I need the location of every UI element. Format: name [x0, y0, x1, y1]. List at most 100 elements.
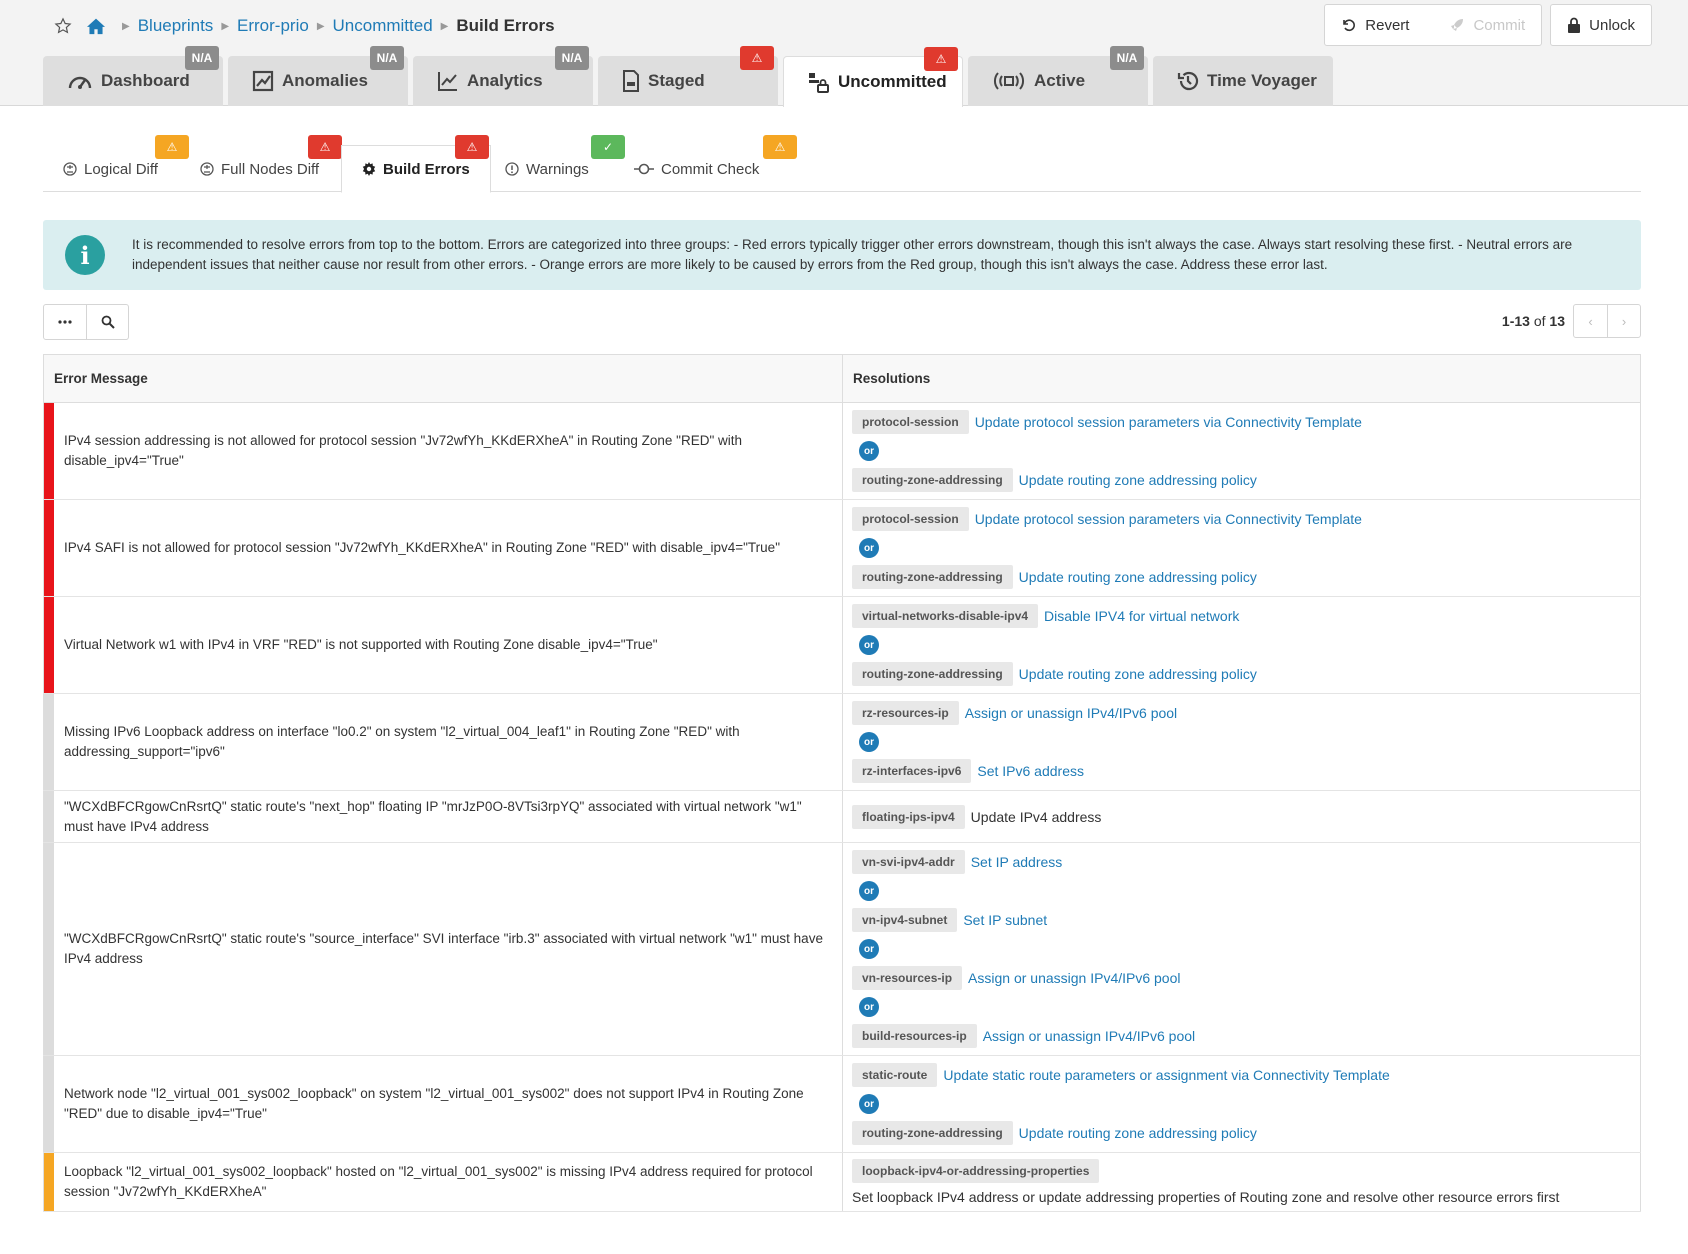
alert-badge: ⚠: [740, 46, 774, 70]
resolution-link[interactable]: Update static route parameters or assign…: [943, 1067, 1389, 1083]
diff-icon: [200, 162, 214, 176]
home-icon[interactable]: [86, 17, 106, 35]
commit-button[interactable]: Commit: [1433, 5, 1541, 45]
tab-dashboard[interactable]: Dashboard N/A: [43, 46, 223, 106]
subtab-warnings[interactable]: Warnings ✓: [505, 135, 625, 192]
resolutions-cell: floating-ips-ipv4 Update IPv4 address: [842, 790, 1641, 843]
status-badge: N/A: [370, 46, 404, 70]
top-bar: ▶ Blueprints ▶ Error-prio ▶ Uncommitted …: [0, 0, 1688, 107]
resolution-item: routing-zone-addressing Update routing zo…: [852, 661, 1630, 687]
resolution-item: rz-interfaces-ipv6 Set IPv6 address: [852, 758, 1630, 784]
subtab-label: Full Nodes Diff: [221, 160, 320, 178]
resolution-link[interactable]: Update protocol session parameters via C…: [975, 414, 1362, 430]
info-text: It is recommended to resolve errors from…: [132, 237, 1573, 272]
search-button[interactable]: [86, 305, 128, 339]
resolution-item: static-route Update static route paramete…: [852, 1062, 1630, 1088]
column-header-resolutions[interactable]: Resolutions: [842, 354, 1641, 403]
tab-staged[interactable]: Staged ⚠: [598, 46, 778, 106]
breadcrumb-separator: ▶: [316, 20, 325, 32]
revert-button[interactable]: Revert: [1325, 5, 1425, 45]
resolution-link[interactable]: Assign or unassign IPv4/IPv6 pool: [965, 705, 1177, 721]
subtab-build-errors[interactable]: Build Errors ⚠: [341, 135, 491, 193]
resolution-link[interactable]: Update routing zone addressing policy: [1019, 1125, 1257, 1141]
ellipsis-icon: [58, 320, 72, 324]
tab-uncommitted[interactable]: Uncommitted ⚠: [783, 47, 963, 107]
tab-label: Uncommitted: [838, 72, 947, 91]
tab-active[interactable]: Active N/A: [968, 46, 1148, 106]
ok-badge: ✓: [591, 135, 625, 159]
or-separator: or: [859, 1094, 879, 1114]
build-errors-table: Error Message Resolutions IPv4 session a…: [43, 354, 1641, 1212]
resolution-link[interactable]: Assign or unassign IPv4/IPv6 pool: [983, 1028, 1195, 1044]
tab-anomalies[interactable]: Anomalies N/A: [228, 46, 408, 106]
error-message-text: Virtual Network w1 with IPv4 in VRF "RED…: [64, 637, 658, 652]
tab-analytics[interactable]: Analytics N/A: [413, 46, 593, 106]
resolution-tag: build-resources-ip: [852, 1024, 977, 1048]
table-row: Loopback "l2_virtual_001_sys002_loopback…: [43, 1152, 1641, 1212]
staged-icon: [623, 70, 639, 92]
tab-time-voyager[interactable]: Time Voyager: [1153, 56, 1333, 106]
subtab-full-nodes-diff[interactable]: Full Nodes Diff ⚠: [200, 135, 342, 192]
resolution-link[interactable]: Set IP address: [971, 854, 1063, 870]
resolution-tag: rz-interfaces-ipv6: [852, 759, 972, 783]
subtab-label: Warnings: [526, 160, 589, 178]
resolution-text: Update IPv4 address: [970, 808, 1102, 825]
resolution-link[interactable]: Update routing zone addressing policy: [1019, 472, 1257, 488]
info-icon: i: [65, 235, 105, 275]
resolution-link[interactable]: Update routing zone addressing policy: [1019, 666, 1257, 682]
error-message-text: Missing IPv6 Loopback address on interfa…: [64, 724, 740, 759]
tab-label: Anomalies: [282, 71, 368, 90]
more-options-button[interactable]: [44, 305, 86, 339]
star-icon[interactable]: [54, 17, 72, 35]
error-message-text: Network node "l2_virtual_001_sys002_loop…: [64, 1086, 804, 1121]
active-icon: [994, 72, 1024, 90]
breadcrumb-blueprints[interactable]: Blueprints: [138, 16, 214, 36]
severity-indicator: [44, 791, 54, 842]
resolution-tag: static-route: [852, 1063, 938, 1087]
search-icon: [101, 315, 115, 329]
page-title: Build Errors: [456, 16, 555, 35]
resolution-link[interactable]: Update routing zone addressing policy: [1019, 569, 1257, 585]
commit-icon: [634, 163, 654, 175]
subtab-commit-check[interactable]: Commit Check ⚠: [634, 135, 797, 192]
tab-label: Staged: [648, 71, 705, 90]
resolution-link[interactable]: Update protocol session parameters via C…: [975, 511, 1362, 527]
breadcrumb-error-prio[interactable]: Error-prio: [237, 16, 309, 36]
blueprint-actions: Revert Commit Unlock: [1324, 4, 1652, 46]
gear-icon: [362, 162, 376, 176]
pagination: 1-13 of 13 ‹ ›: [1502, 304, 1641, 338]
breadcrumb: ▶ Blueprints ▶ Error-prio ▶ Uncommitted …: [54, 14, 555, 38]
breadcrumb-uncommitted[interactable]: Uncommitted: [333, 16, 433, 36]
table-row: Network node "l2_virtual_001_sys002_loop…: [43, 1055, 1641, 1153]
resolution-item: routing-zone-addressing Update routing zo…: [852, 564, 1630, 590]
column-header-error-message[interactable]: Error Message: [43, 354, 843, 403]
error-message-text: IPv4 session addressing is not allowed f…: [64, 433, 743, 468]
tab-label: Active: [1034, 71, 1086, 90]
resolution-tag: protocol-session: [852, 410, 969, 434]
resolution-link[interactable]: Set IPv6 address: [977, 763, 1084, 779]
commit-label: Commit: [1473, 16, 1526, 34]
error-message-cell: IPv4 SAFI is not allowed for protocol se…: [43, 499, 843, 597]
resolution-link[interactable]: Assign or unassign IPv4/IPv6 pool: [968, 970, 1180, 986]
resolution-item: vn-ipv4-subnet Set IP subnet: [852, 907, 1630, 933]
resolutions-cell: protocol-session Update protocol session …: [842, 402, 1641, 500]
subtab-label: Commit Check: [661, 160, 760, 178]
error-message-cell: Network node "l2_virtual_001_sys002_loop…: [43, 1055, 843, 1153]
resolution-tag: loopback-ipv4-or-addressing-properties: [852, 1159, 1100, 1183]
dashboard-icon: [68, 76, 92, 89]
resolution-item: rz-resources-ip Assign or unassign IPv4/I…: [852, 700, 1630, 726]
resolutions-cell: static-route Update static route paramete…: [842, 1055, 1641, 1153]
prev-page-button[interactable]: ‹: [1574, 305, 1607, 337]
or-separator: or: [859, 881, 879, 901]
severity-indicator: [44, 403, 54, 499]
alert-badge: ⚠: [455, 135, 489, 159]
next-page-button[interactable]: ›: [1607, 305, 1640, 337]
diff-icon: [63, 162, 77, 176]
unlock-button[interactable]: Unlock: [1550, 4, 1652, 46]
warning-circle-icon: [505, 162, 519, 176]
resolution-link[interactable]: Disable IPV4 for virtual network: [1044, 608, 1239, 624]
subtab-label: Build Errors: [383, 160, 470, 178]
resolution-link[interactable]: Set IP subnet: [963, 912, 1047, 928]
or-separator: or: [859, 997, 879, 1017]
subtab-logical-diff[interactable]: Logical Diff ⚠: [63, 135, 189, 192]
